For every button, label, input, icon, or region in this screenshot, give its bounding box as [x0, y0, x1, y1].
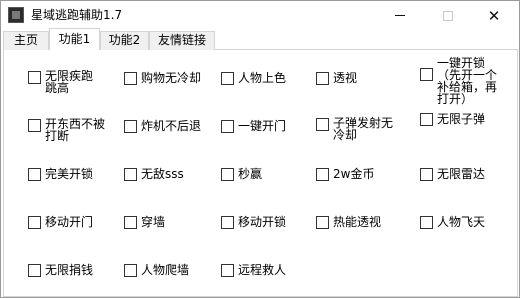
- checkbox-box[interactable]: [28, 216, 41, 229]
- option-label: 无限雷达: [437, 167, 486, 181]
- option-label: 开东西不被打断: [45, 117, 106, 143]
- minimize-button[interactable]: [377, 1, 423, 30]
- tab-feature-2[interactable]: 功能2: [100, 31, 149, 50]
- option-label: 子弹发射无冷却: [333, 116, 394, 142]
- checkbox-box[interactable]: [221, 120, 234, 133]
- checkbox-box[interactable]: [124, 72, 137, 85]
- maximize-button[interactable]: [425, 1, 471, 30]
- option-label: 人物爬墙: [141, 263, 190, 277]
- checkbox-box[interactable]: [28, 119, 41, 132]
- checkbox-box[interactable]: [420, 68, 433, 81]
- checkbox-box[interactable]: [420, 113, 433, 126]
- option-checkbox[interactable]: 移动开门: [28, 215, 118, 230]
- option-label: 完美开锁: [45, 167, 94, 181]
- option-label: 远程救人: [238, 263, 287, 277]
- tab-home[interactable]: 主页: [3, 31, 49, 50]
- option-checkbox[interactable]: 无限捐钱: [28, 263, 118, 278]
- tab-friend-links[interactable]: 友情链接: [149, 31, 215, 50]
- option-checkbox[interactable]: 人物爬墙: [124, 263, 216, 278]
- option-checkbox[interactable]: 穿墙: [124, 215, 216, 230]
- option-checkbox[interactable]: 远程救人: [221, 263, 311, 278]
- option-checkbox[interactable]: 开东西不被打断: [28, 118, 112, 142]
- option-checkbox[interactable]: 无限雷达: [420, 167, 512, 182]
- option-checkbox[interactable]: 一键开锁（先开一个补给箱，再打开）: [420, 57, 500, 105]
- option-label: 2w金币: [333, 167, 375, 181]
- tab-feature-1[interactable]: 功能1: [49, 28, 100, 50]
- option-checkbox[interactable]: 完美开锁: [28, 167, 118, 182]
- option-checkbox[interactable]: 无限疾跑跳高: [28, 70, 100, 94]
- option-checkbox[interactable]: 无敌sss: [124, 167, 216, 182]
- window-title: 星域逃跑辅助1.7: [31, 8, 123, 22]
- option-checkbox[interactable]: 一键开门: [221, 119, 311, 134]
- option-checkbox[interactable]: 炸机不后退: [124, 119, 216, 134]
- option-label: 人物上色: [238, 71, 287, 85]
- maximize-icon: [443, 10, 453, 21]
- checkbox-box[interactable]: [124, 216, 137, 229]
- checkbox-box[interactable]: [316, 216, 329, 229]
- option-label: 一键开锁（先开一个补给箱，再打开）: [437, 56, 498, 106]
- checkbox-box[interactable]: [124, 120, 137, 133]
- app-icon: [8, 7, 24, 23]
- option-checkbox[interactable]: 人物上色: [221, 71, 311, 86]
- checkbox-box[interactable]: [316, 118, 329, 131]
- checkbox-box[interactable]: [124, 168, 137, 181]
- option-label: 一键开门: [238, 119, 287, 133]
- checkbox-box[interactable]: [316, 72, 329, 85]
- option-label: 购物无冷却: [141, 71, 202, 85]
- option-checkbox[interactable]: 透视: [316, 71, 406, 86]
- option-label: 透视: [333, 71, 358, 85]
- checkbox-box[interactable]: [221, 168, 234, 181]
- option-checkbox[interactable]: 购物无冷却: [124, 71, 216, 86]
- option-checkbox[interactable]: 热能透视: [316, 215, 406, 230]
- checkbox-box[interactable]: [28, 168, 41, 181]
- option-label: 热能透视: [333, 215, 382, 229]
- checkbox-box[interactable]: [316, 168, 329, 181]
- option-label: 无限捐钱: [45, 263, 94, 277]
- checkbox-box[interactable]: [28, 264, 41, 277]
- option-checkbox[interactable]: 秒赢: [221, 167, 311, 182]
- close-icon: ✕: [487, 6, 501, 25]
- option-label: 移动开门: [45, 215, 94, 229]
- checkbox-box[interactable]: [124, 264, 137, 277]
- option-label: 无敌sss: [141, 167, 184, 181]
- checkbox-box[interactable]: [221, 216, 234, 229]
- option-label: 炸机不后退: [141, 119, 202, 133]
- minimize-icon: [395, 15, 405, 16]
- close-button[interactable]: ✕: [471, 1, 517, 30]
- option-label: 人物飞天: [437, 215, 486, 229]
- option-label: 无限子弹: [437, 112, 486, 126]
- option-label: 穿墙: [141, 215, 166, 229]
- checkbox-box[interactable]: [420, 216, 433, 229]
- checkbox-box[interactable]: [420, 168, 433, 181]
- option-checkbox[interactable]: 人物飞天: [420, 215, 512, 230]
- checkbox-box[interactable]: [221, 264, 234, 277]
- option-checkbox[interactable]: 子弹发射无冷却: [316, 117, 400, 141]
- title-bar[interactable]: 星域逃跑辅助1.7 ✕: [1, 1, 519, 30]
- checkbox-box[interactable]: [221, 72, 234, 85]
- option-label: 无限疾跑跳高: [45, 69, 94, 95]
- checkbox-box[interactable]: [28, 71, 41, 84]
- option-label: 移动开锁: [238, 215, 287, 229]
- option-checkbox[interactable]: 移动开锁: [221, 215, 311, 230]
- option-checkbox[interactable]: 无限子弹: [420, 112, 512, 127]
- option-label: 秒赢: [238, 167, 263, 181]
- app-window: 星域逃跑辅助1.7 ✕ 主页 功能1 功能2 友情链接 无限疾跑跳高 购物无冷却…: [0, 0, 520, 298]
- option-checkbox[interactable]: 2w金币: [316, 167, 406, 182]
